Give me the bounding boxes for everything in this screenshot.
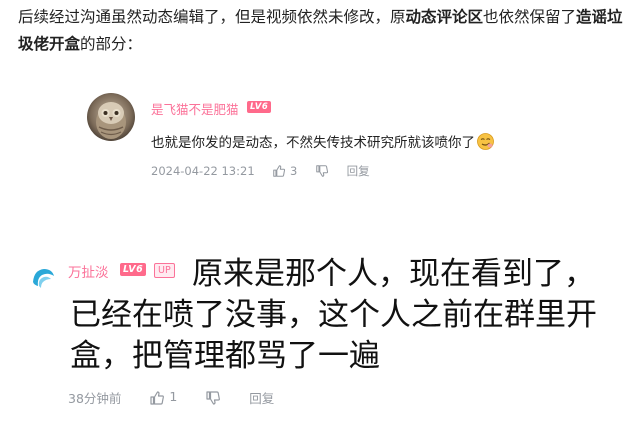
- timestamp: 2024-04-22 13:21: [151, 164, 255, 178]
- avatar[interactable]: [87, 93, 135, 141]
- username[interactable]: 是飞猫不是肥猫: [151, 99, 239, 118]
- comment-card-1: 是飞猫不是肥猫 LV6 也就是你发的是动态，不然失传技术研究所就该喷你了 202…: [75, 80, 545, 192]
- thumbs-up-icon: [273, 165, 286, 178]
- smug-face-emoji-icon: [477, 133, 494, 154]
- dislike-button[interactable]: [315, 164, 329, 179]
- wave-logo-avatar-icon: [29, 265, 57, 293]
- intro-text-1: 后续经过沟通虽然动态编辑了，但是视频依然未修改，原: [18, 8, 406, 26]
- like-button[interactable]: 1: [149, 389, 177, 406]
- comment-meta: 2024-04-22 13:21 3 回复: [151, 163, 370, 179]
- article-paragraph: 后续经过沟通虽然动态编辑了，但是视频依然未修改，原动态评论区也依然保留了造谣垃圾…: [18, 4, 626, 58]
- comment-text: 原来是那个人，现在看到了，已经在喷了没事，这个人之前在群里开盒，把管理都骂了一遍: [70, 256, 597, 374]
- reply-button[interactable]: 回复: [347, 163, 370, 179]
- like-count: 1: [169, 389, 178, 405]
- intro-text-3: 的部分：: [80, 35, 143, 53]
- comment-meta: 38分钟前 1 回复: [68, 388, 274, 407]
- avatar[interactable]: [28, 264, 58, 294]
- comment-card-2: 万扯淡 LV6 UP 原来是那个人，现在看到了，已经在喷了没事，这个人之前在群里…: [20, 248, 618, 418]
- like-button[interactable]: 3: [272, 164, 297, 179]
- comment-text-body: 也就是你发的是动态，不然失传技术研究所就该喷你了: [151, 135, 475, 151]
- thumbs-up-icon: [150, 391, 165, 405]
- dislike-button[interactable]: [205, 389, 221, 406]
- timestamp: 38分钟前: [68, 391, 122, 406]
- thumbs-down-icon: [206, 391, 221, 405]
- comment-text: 也就是你发的是动态，不然失传技术研究所就该喷你了: [151, 131, 494, 154]
- reply-button[interactable]: 回复: [249, 388, 274, 407]
- thumbs-down-icon: [316, 165, 329, 178]
- like-count: 3: [289, 163, 298, 178]
- level-badge: LV6: [247, 101, 272, 113]
- owl-avatar-icon: [87, 93, 135, 141]
- intro-bold-comment-section: 动态评论区: [405, 8, 484, 26]
- intro-text-2: 也依然保留了: [483, 8, 577, 26]
